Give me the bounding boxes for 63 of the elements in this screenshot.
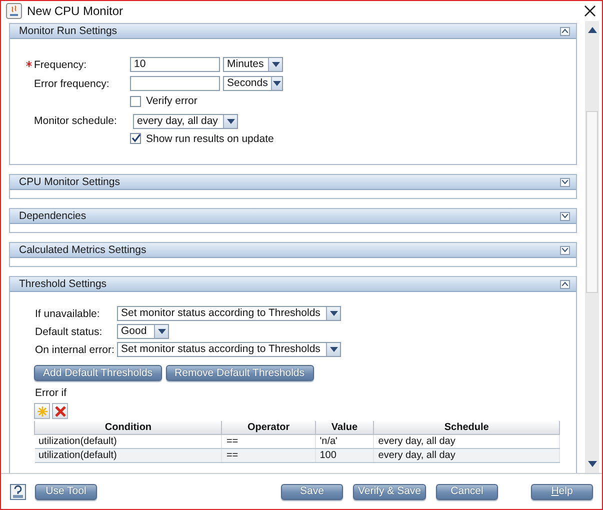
column-header[interactable]: Condition [34, 421, 222, 434]
collapse-button[interactable] [560, 26, 570, 36]
caret-icon [158, 329, 166, 334]
close-icon[interactable] [584, 5, 596, 17]
field-label: If unavailable: [35, 308, 101, 320]
section-header[interactable]: CPU Monitor Settings [10, 175, 576, 190]
scrollbar[interactable] [585, 21, 599, 473]
delete-icon [54, 406, 66, 416]
section-label: Error if [34, 386, 68, 399]
table-cell: == [222, 448, 316, 462]
app-icon [6, 3, 22, 19]
input-field[interactable]: 10 [130, 57, 220, 72]
caret-icon [272, 81, 281, 86]
status-dropdown[interactable]: Set monitor status according to Thresholds [117, 306, 341, 321]
scroll-up-icon[interactable] [588, 27, 596, 33]
field-label: Default status: [35, 326, 104, 338]
table-cell: every day, all day [374, 434, 560, 448]
column-header[interactable]: Value [315, 421, 374, 434]
schedule-dropdown[interactable]: every day, all day [133, 114, 238, 128]
caret-icon [330, 311, 338, 316]
caret-icon [330, 347, 338, 352]
section-header[interactable]: Dependencies [10, 209, 576, 224]
field-label: Error frequency: [34, 78, 110, 90]
required-icon [26, 61, 32, 67]
section-header[interactable]: Threshold Settings [10, 277, 576, 292]
section-header[interactable]: Calculated Metrics Settings [10, 243, 576, 258]
expand-button[interactable] [560, 178, 570, 186]
help-icon[interactable] [10, 484, 26, 500]
scroll-down-icon[interactable] [588, 461, 596, 467]
table-cell: utilization(default) [34, 434, 222, 448]
input-field[interactable] [130, 76, 220, 91]
collapse-button[interactable] [560, 280, 570, 288]
checkbox-label: Verify error [146, 95, 198, 107]
caret-icon [272, 62, 280, 67]
table-cell: 100 [315, 448, 374, 462]
status-dropdown[interactable]: Good [117, 324, 169, 339]
unit-dropdown[interactable]: Seconds [223, 76, 283, 91]
table-cell: utilization(default) [34, 448, 222, 462]
expand-button[interactable] [560, 246, 570, 254]
section-header[interactable]: Monitor Run Settings [10, 24, 576, 39]
table-cell: every day, all day [374, 448, 560, 462]
section-title: Calculated Metrics Settings [19, 244, 146, 256]
caret-icon [226, 118, 234, 124]
delete-button[interactable] [52, 403, 68, 419]
star-icon [36, 406, 48, 416]
checkbox[interactable] [130, 96, 141, 106]
section-title: CPU Monitor Settings [19, 176, 120, 188]
field-label: On internal error: [35, 344, 116, 356]
window-title: New CPU Monitor [27, 4, 124, 18]
field-label: Monitor schedule: [34, 115, 117, 127]
table-cell: == [222, 434, 316, 448]
section-title: Dependencies [19, 210, 86, 222]
column-header[interactable]: Operator [222, 421, 316, 434]
checkbox[interactable] [130, 133, 141, 144]
field-label: Frequency: [34, 58, 87, 70]
section-title: Monitor Run Settings [19, 25, 118, 37]
table-cell: 'n/a' [315, 434, 374, 448]
checkbox-label: Show run results on update [146, 132, 274, 144]
section-title: Threshold Settings [19, 278, 107, 290]
expand-button[interactable] [560, 212, 570, 220]
unit-dropdown[interactable]: Minutes [223, 57, 283, 72]
status-dropdown[interactable]: Set monitor status according to Thresholds [117, 342, 341, 357]
column-header[interactable]: Schedule [374, 421, 560, 434]
